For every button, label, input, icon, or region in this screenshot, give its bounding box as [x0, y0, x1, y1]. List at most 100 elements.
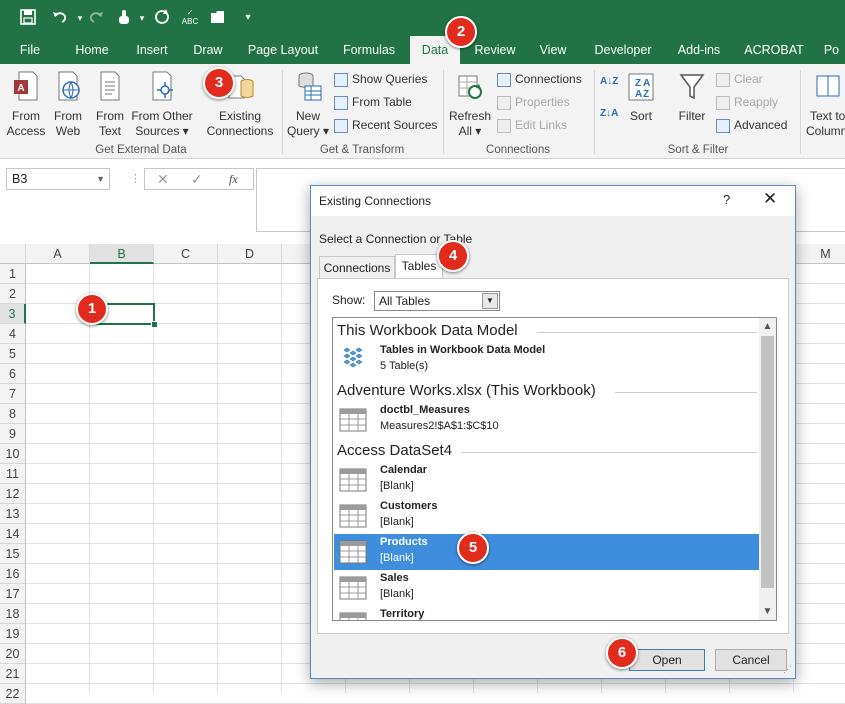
filter-button[interactable]: Filter	[672, 70, 712, 124]
tab-tables[interactable]: Tables	[395, 254, 443, 279]
column-header[interactable]: B	[90, 244, 154, 264]
properties-button[interactable]: Properties	[497, 92, 570, 112]
list-item[interactable]: doctbl_Measures Measures2!$A$1:$C$10	[334, 402, 759, 438]
clear-button[interactable]: Clear	[716, 69, 763, 89]
row-header[interactable]: 15	[0, 544, 26, 564]
sort-descending-icon[interactable]: Z↓A	[600, 104, 618, 124]
text-to-columns-button[interactable]: Text to Column	[804, 70, 845, 139]
row-header[interactable]: 7	[0, 384, 26, 404]
redo-icon[interactable]	[86, 8, 106, 28]
tab-draw[interactable]: Draw	[186, 36, 230, 64]
row-header[interactable]: 6	[0, 364, 26, 384]
row-header[interactable]: 5	[0, 344, 26, 364]
name-box[interactable]: B3 ▼	[6, 168, 110, 190]
open-folder-icon[interactable]	[208, 8, 228, 28]
fill-handle[interactable]	[151, 321, 158, 328]
row-header[interactable]: 13	[0, 504, 26, 524]
column-header[interactable]: M	[794, 244, 845, 264]
close-icon[interactable]: ✕	[763, 189, 777, 209]
row-header[interactable]: 1	[0, 264, 26, 284]
touch-mode-icon[interactable]	[114, 8, 134, 28]
advanced-button[interactable]: Advanced	[716, 115, 787, 135]
recent-sources-button[interactable]: Recent Sources	[334, 115, 437, 135]
list-item[interactable]: Calendar [Blank]	[334, 462, 759, 498]
customize-icon[interactable]: ▾	[238, 8, 258, 28]
from-text-button[interactable]: From Text	[90, 70, 130, 139]
row-header[interactable]: 8	[0, 404, 26, 424]
cancel-button[interactable]: Cancel	[715, 649, 787, 671]
row-header[interactable]: 11	[0, 464, 26, 484]
column-header[interactable]: A	[26, 244, 90, 264]
row-header[interactable]: 22	[0, 684, 26, 704]
row-header[interactable]: 16	[0, 564, 26, 584]
touch-dropdown-icon[interactable]: ▾	[132, 8, 152, 28]
vertical-scrollbar[interactable]: ▲ ▼	[759, 318, 776, 620]
tab-file[interactable]: File	[10, 36, 50, 64]
row-header[interactable]: 19	[0, 624, 26, 644]
undo-icon[interactable]	[50, 8, 70, 28]
connections-button[interactable]: Connections	[497, 69, 582, 89]
scroll-up-icon[interactable]: ▲	[759, 318, 776, 335]
tab-acrobat[interactable]: ACROBAT	[740, 36, 808, 64]
chevron-down-icon[interactable]: ▼	[96, 169, 105, 189]
save-icon[interactable]	[18, 8, 38, 28]
show-queries-button[interactable]: Show Queries	[334, 69, 427, 89]
chevron-down-icon[interactable]: ▼	[482, 293, 498, 309]
list-item[interactable]: Sales [Blank]	[334, 570, 759, 606]
from-other-sources-button[interactable]: From Other Sources ▾	[130, 70, 194, 139]
tab-connections[interactable]: Connections	[319, 256, 395, 278]
row-header[interactable]: 21	[0, 664, 26, 684]
tab-power[interactable]: Po	[818, 36, 845, 64]
tab-developer[interactable]: Developer	[586, 36, 660, 64]
list-item[interactable]: Tables in Workbook Data Model 5 Table(s)	[334, 342, 759, 378]
more-options-icon: ⋮	[130, 173, 141, 185]
refresh-all-button[interactable]: Refresh All ▾	[448, 70, 492, 139]
tab-add-ins[interactable]: Add-ins	[668, 36, 730, 64]
list-item[interactable]: Customers [Blank]	[334, 498, 759, 534]
scroll-down-icon[interactable]: ▼	[759, 603, 776, 620]
row-header[interactable]: 17	[0, 584, 26, 604]
row-header[interactable]: 14	[0, 524, 26, 544]
section-divider	[615, 392, 757, 393]
row-header[interactable]: 10	[0, 444, 26, 464]
sort-ascending-icon[interactable]: A↓Z	[600, 72, 618, 92]
tab-insert[interactable]: Insert	[126, 36, 178, 64]
spelling-icon[interactable]: ✓ ABC	[180, 8, 200, 28]
row-header[interactable]: 4	[0, 324, 26, 344]
cancel-entry-icon[interactable]: ✕	[157, 171, 169, 188]
column-header[interactable]: D	[218, 244, 282, 264]
reapply-button[interactable]: Reapply	[716, 92, 778, 112]
tab-formulas[interactable]: Formulas	[336, 36, 402, 64]
refresh-icon[interactable]	[152, 8, 172, 28]
from-table-button[interactable]: From Table	[334, 92, 412, 112]
confirm-entry-icon[interactable]: ✓	[191, 171, 203, 188]
from-access-button[interactable]: A From Access	[4, 70, 48, 139]
tab-view[interactable]: View	[530, 36, 576, 64]
list-item-description: [Blank]	[380, 588, 414, 600]
connections-list[interactable]: This Workbook Data Model Tables in Workbo…	[332, 317, 777, 621]
row-header[interactable]: 18	[0, 604, 26, 624]
edit-links-button[interactable]: Edit Links	[497, 115, 567, 135]
sort-button[interactable]: ZAAZ Sort	[624, 70, 658, 124]
resize-grip-icon[interactable]: ⋰	[783, 664, 792, 675]
scrollbar-thumb[interactable]	[761, 336, 774, 588]
tab-review[interactable]: Review	[468, 36, 522, 64]
tab-page-layout[interactable]: Page Layout	[238, 36, 328, 64]
row-header[interactable]: 2	[0, 284, 26, 304]
show-filter-select[interactable]: All Tables ▼	[374, 291, 500, 311]
column-header[interactable]: C	[154, 244, 218, 264]
list-item[interactable]: Products [Blank]	[334, 534, 759, 570]
from-web-button[interactable]: From Web	[48, 70, 88, 139]
insert-function-icon[interactable]: fx	[229, 172, 238, 187]
list-item[interactable]: Territory	[334, 606, 759, 620]
row-header[interactable]: 12	[0, 484, 26, 504]
row-header[interactable]: 9	[0, 424, 26, 444]
row-header[interactable]: 20	[0, 644, 26, 664]
new-query-button[interactable]: New Query ▾	[286, 70, 330, 139]
row-header[interactable]: 3	[0, 304, 26, 324]
select-all-corner[interactable]	[0, 244, 26, 264]
tab-home[interactable]: Home	[66, 36, 118, 64]
open-button[interactable]: Open	[629, 649, 705, 671]
help-icon[interactable]: ?	[723, 192, 730, 207]
advanced-label: Advanced	[734, 118, 788, 132]
